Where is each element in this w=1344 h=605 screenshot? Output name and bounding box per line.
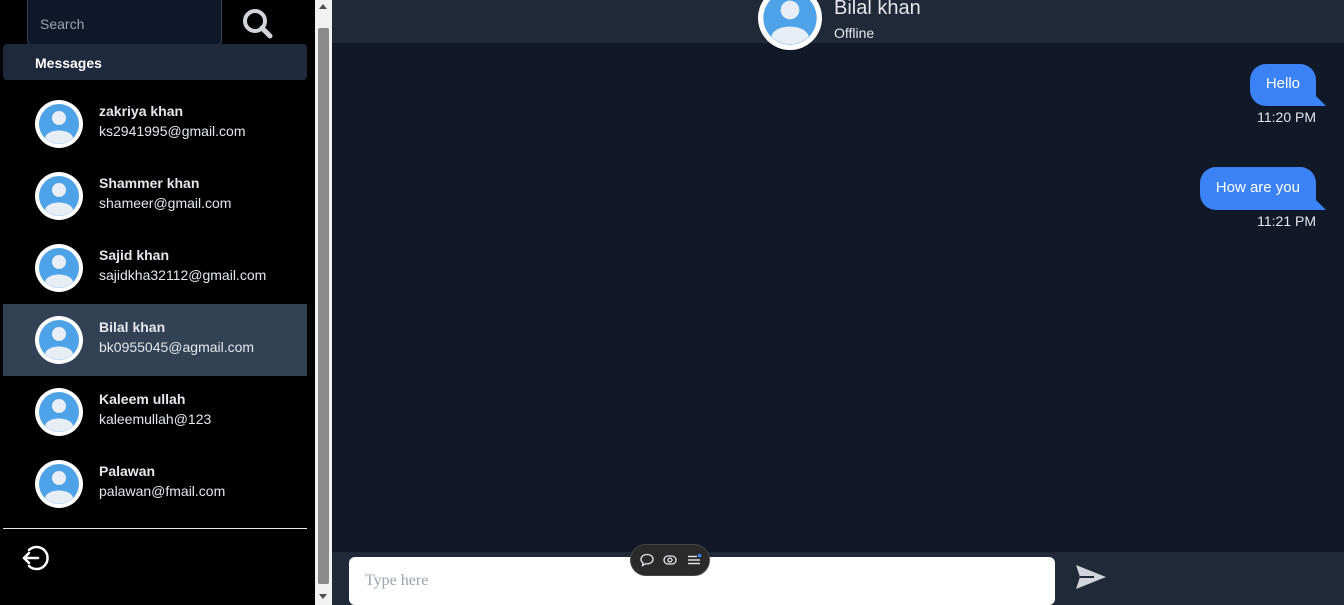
chat-app: Messages zakriya khan ks2941995@gmail.com… — [0, 0, 1344, 605]
message-time: 11:21 PM — [1257, 213, 1316, 229]
contact-item[interactable]: Kaleem ullah kaleemullah@123 — [3, 376, 307, 448]
message-time: 11:20 PM — [1257, 109, 1316, 125]
search-icon — [243, 9, 273, 39]
contact-email: sajidkha32112@gmail.com — [99, 267, 267, 283]
header-contact-name: Bilal khan — [834, 0, 921, 19]
contact-item[interactable]: zakriya khan ks2941995@gmail.com — [3, 88, 307, 160]
contact-name: Bilal khan — [99, 319, 166, 335]
bubble-tail — [1316, 96, 1326, 106]
contact-avatar — [35, 100, 83, 148]
scroll-up-arrow[interactable] — [319, 4, 327, 9]
contact-email: kaleemullah@123 — [99, 411, 212, 427]
logout-icon — [22, 545, 49, 571]
contact-avatar — [35, 460, 83, 508]
chat-header: Bilal khan Offline — [332, 0, 1344, 50]
chat-pane: Bilal khan Offline Hello 11:20 PM How ar… — [332, 0, 1344, 605]
contact-name: Palawan — [99, 463, 156, 479]
user-avatar-icon — [39, 104, 79, 144]
contact-avatar — [35, 244, 83, 292]
message-composer — [332, 552, 1344, 605]
contact-avatar — [35, 316, 83, 364]
user-avatar-icon — [39, 464, 79, 504]
search-button[interactable] — [240, 4, 276, 40]
contact-avatar — [35, 172, 83, 220]
eye-icon[interactable] — [662, 552, 678, 568]
send-button[interactable] — [1074, 562, 1108, 592]
contact-email: palawan@fmail.com — [99, 483, 226, 499]
scroll-thumb[interactable] — [318, 28, 329, 584]
contact-item[interactable]: Sajid khan sajidkha32112@gmail.com — [3, 232, 307, 304]
contact-email: shameer@gmail.com — [99, 195, 232, 211]
user-avatar-icon — [39, 248, 79, 288]
search-input[interactable] — [40, 16, 209, 32]
list-icon[interactable] — [686, 552, 702, 568]
contact-avatar — [35, 388, 83, 436]
sidebar-scrollbar[interactable] — [315, 0, 332, 605]
contact-name: Sajid khan — [99, 247, 170, 263]
floating-toolbar — [630, 544, 710, 576]
user-avatar-icon — [39, 392, 79, 432]
message-bubble: How are you — [1199, 167, 1326, 210]
logout-button[interactable] — [20, 543, 50, 573]
contact-email: bk0955045@agmail.com — [99, 339, 255, 355]
sidebar: Messages zakriya khan ks2941995@gmail.com… — [0, 0, 315, 605]
contact-item[interactable]: Shammer khan shameer@gmail.com — [3, 160, 307, 232]
search-box[interactable] — [27, 0, 222, 46]
contact-name: zakriya khan — [99, 103, 184, 119]
header-avatar — [758, 0, 822, 50]
header-contact-status: Offline — [834, 25, 875, 41]
contact-list: zakriya khan ks2941995@gmail.com Shammer k… — [3, 88, 307, 520]
tab-messages[interactable]: Messages — [3, 44, 307, 80]
contact-item[interactable]: Palawan palawan@fmail.com — [3, 448, 307, 520]
bubble-tail — [1316, 200, 1326, 210]
contact-email: ks2941995@gmail.com — [99, 123, 246, 139]
message-bubble: Hello — [1249, 64, 1326, 106]
message-text: Hello — [1265, 75, 1300, 92]
message-text: How are you — [1215, 179, 1300, 196]
user-avatar-icon — [763, 0, 817, 45]
sidebar-divider — [3, 528, 307, 529]
contact-item[interactable]: Bilal khan bk0955045@agmail.com — [3, 304, 307, 376]
scroll-down-arrow[interactable] — [319, 594, 327, 599]
contact-name: Kaleem ullah — [99, 391, 186, 407]
contact-name: Shammer khan — [99, 175, 200, 191]
user-avatar-icon — [39, 176, 79, 216]
chat-bubble-icon[interactable] — [639, 552, 655, 568]
user-avatar-icon — [39, 320, 79, 360]
send-icon — [1076, 565, 1106, 589]
